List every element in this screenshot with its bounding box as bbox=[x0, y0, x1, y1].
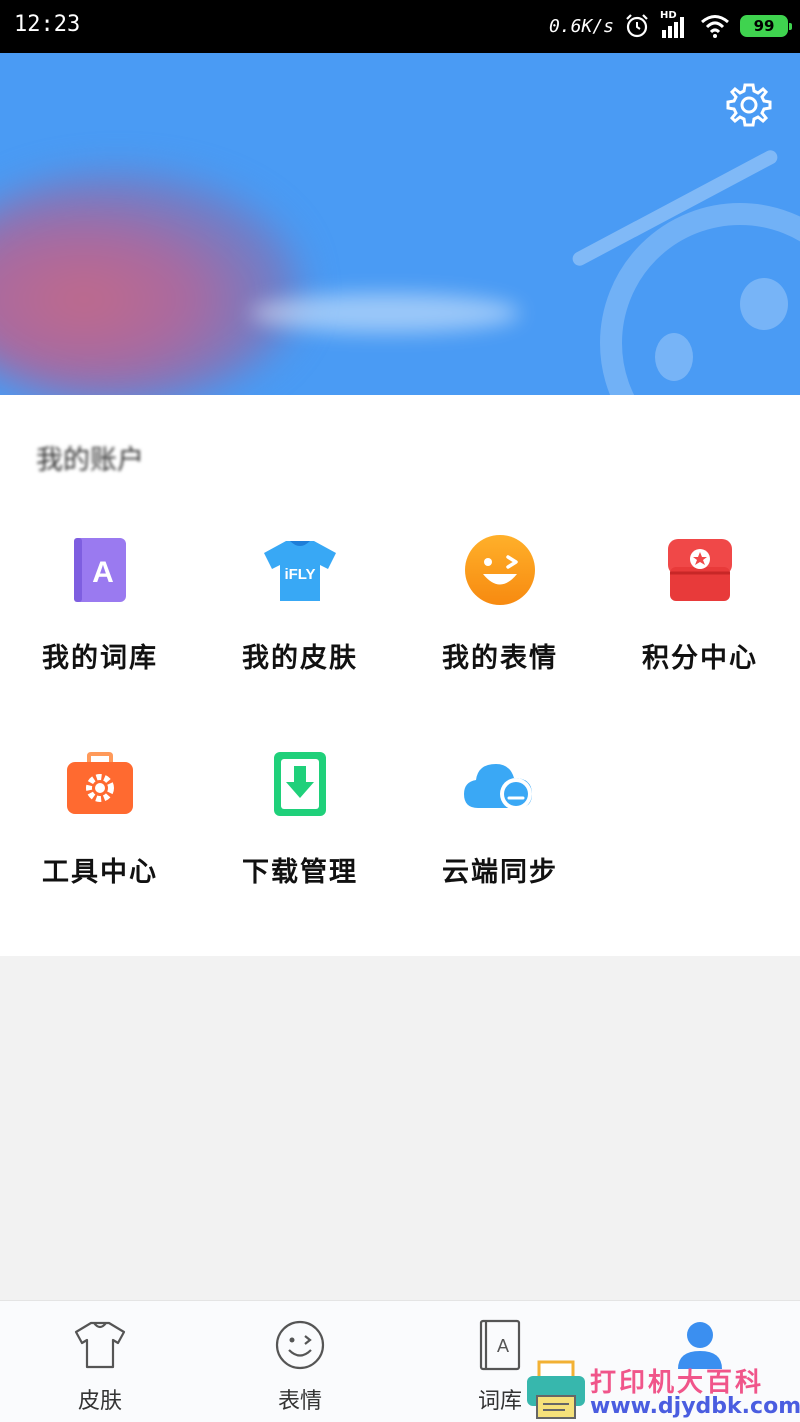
account-title[interactable]: 我的账户 bbox=[36, 438, 144, 477]
battery-indicator: 99 bbox=[740, 15, 792, 37]
grid-item-my-dictionary[interactable]: A 我的词库 bbox=[0, 532, 200, 692]
tshirt-skin-icon: iFLY bbox=[262, 532, 338, 608]
grid-label: 我的皮肤 bbox=[242, 643, 358, 674]
banner-swoosh bbox=[250, 293, 520, 333]
smiley-icon bbox=[275, 1320, 325, 1370]
download-icon bbox=[262, 746, 338, 822]
grid-label: 积分中心 bbox=[642, 643, 758, 674]
dictionary-book-icon: A bbox=[62, 532, 138, 608]
status-indicators: 0.6K/s HD 99 bbox=[548, 10, 792, 42]
svg-text:A: A bbox=[92, 556, 114, 589]
grid-label: 工具中心 bbox=[42, 857, 158, 888]
nav-tab-emoji[interactable]: 表情 bbox=[200, 1301, 400, 1422]
settings-gear-icon[interactable] bbox=[726, 82, 772, 128]
banner-eye-left bbox=[655, 333, 693, 381]
watermark-url: www.djydbk.com bbox=[590, 1394, 800, 1419]
header-banner bbox=[0, 53, 800, 413]
signal-icon: HD bbox=[660, 10, 690, 40]
nav-tab-skin[interactable]: 皮肤 bbox=[0, 1301, 200, 1422]
grid-item-download-manager[interactable]: 下载管理 bbox=[200, 746, 400, 906]
network-speed: 0.6K/s bbox=[548, 15, 614, 37]
book-letter: A bbox=[497, 1336, 509, 1356]
wink-face-icon bbox=[462, 532, 538, 608]
tshirt-icon bbox=[74, 1321, 126, 1369]
tshirt-text: iFLY bbox=[284, 566, 315, 583]
account-card: 我的账户 A 我的词库 iFLY 我的皮肤 我的表情 积分中心 工具中心 下载管… bbox=[0, 408, 800, 956]
grid-label: 云端同步 bbox=[442, 857, 558, 888]
status-bar: 12:23 0.6K/s HD 99 bbox=[0, 0, 800, 53]
printer-logo-icon bbox=[527, 1360, 585, 1419]
grid-item-points-center[interactable]: 积分中心 bbox=[600, 532, 800, 692]
grid-item-my-skin[interactable]: iFLY 我的皮肤 bbox=[200, 532, 400, 692]
alarm-icon bbox=[626, 14, 648, 38]
wifi-icon bbox=[701, 15, 729, 38]
grid-item-tool-center[interactable]: 工具中心 bbox=[0, 746, 200, 906]
book-a-icon: A bbox=[479, 1319, 521, 1371]
grid-label: 下载管理 bbox=[242, 857, 358, 888]
grid-label: 我的词库 bbox=[42, 643, 158, 674]
grid-item-my-emoji[interactable]: 我的表情 bbox=[400, 532, 600, 692]
watermark: 打印机大百科 www.djydbk.com bbox=[525, 1360, 800, 1422]
banner-eye-right bbox=[740, 278, 788, 330]
banner-blur-blob bbox=[0, 173, 300, 403]
toolbox-gear-icon bbox=[62, 746, 138, 822]
points-shop-icon bbox=[662, 532, 738, 608]
cloud-sync-icon bbox=[462, 746, 538, 822]
status-time: 12:23 bbox=[14, 12, 81, 37]
grid-label: 我的表情 bbox=[442, 643, 558, 674]
nav-label: 表情 bbox=[277, 1389, 322, 1414]
grid-item-cloud-sync[interactable]: 云端同步 bbox=[400, 746, 600, 906]
nav-label: 皮肤 bbox=[77, 1389, 122, 1414]
